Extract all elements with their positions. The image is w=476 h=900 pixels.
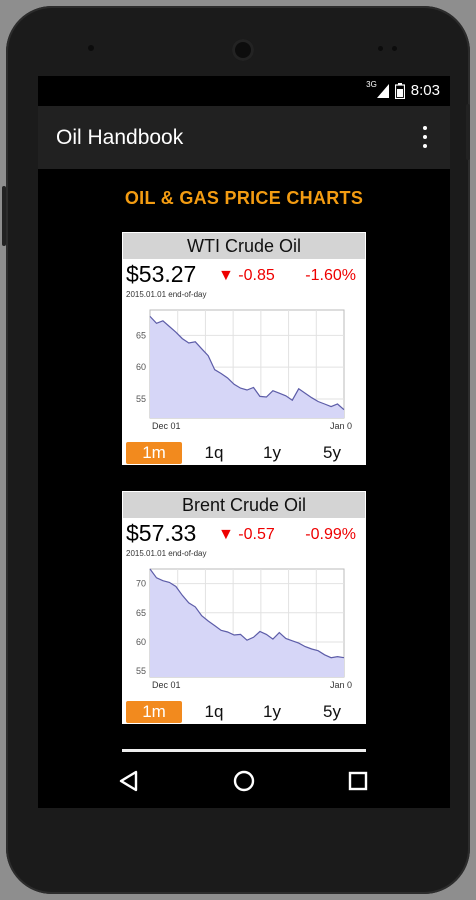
home-icon[interactable] — [227, 764, 261, 798]
sensor-dot — [392, 46, 397, 51]
status-time: 8:03 — [410, 82, 440, 99]
section-title: OIL & GAS PRICE CHARTS — [124, 188, 364, 208]
price-chart[interactable]: 55 60 65 Dec 01 Jan 0 — [122, 306, 366, 444]
y-tick-label: 60 — [136, 637, 146, 647]
app-title: Oil Handbook — [56, 126, 184, 149]
price-card-brent[interactable]: Brent Crude Oil $57.33 ▼ -0.57 -0.99% 20… — [122, 491, 366, 724]
sensor-dot — [88, 45, 94, 51]
y-tick-label: 65 — [136, 608, 146, 618]
range-selector: 1m 1q 1y 5y — [122, 699, 366, 723]
price-value: $57.33 — [126, 520, 197, 546]
x-tick-label: Jan 0 — [330, 680, 352, 690]
as-of-date: 2015.01.01 end-of-day — [126, 549, 207, 558]
volume-button — [466, 104, 470, 160]
price-change: ▼ -0.85 — [218, 267, 275, 284]
y-tick-label: 70 — [136, 579, 146, 589]
range-5y[interactable]: 5y — [302, 442, 362, 464]
front-camera — [232, 39, 254, 61]
price-change: ▼ -0.57 — [218, 526, 275, 543]
price-value: $53.27 — [126, 261, 197, 287]
range-1m[interactable]: 1m — [126, 442, 182, 464]
recents-icon[interactable] — [341, 764, 375, 798]
price-row: $57.33 ▼ -0.57 -0.99% — [122, 518, 366, 550]
price-card-wti[interactable]: WTI Crude Oil $53.27 ▼ -0.85 -1.60% 2015… — [122, 232, 366, 465]
navigation-bar — [38, 756, 450, 808]
list-divider — [122, 749, 366, 752]
range-1y[interactable]: 1y — [242, 701, 302, 723]
price-row: $53.27 ▼ -0.85 -1.60% — [122, 259, 366, 291]
card-title: Brent Crude Oil — [123, 492, 365, 518]
network-type-label: 3G — [366, 80, 377, 89]
power-button — [2, 186, 6, 246]
range-1q[interactable]: 1q — [184, 701, 244, 723]
as-of-date: 2015.01.01 end-of-day — [126, 290, 207, 299]
status-icons: 3G 8:03 — [366, 80, 440, 99]
x-tick-label: Dec 01 — [152, 680, 181, 690]
range-1m[interactable]: 1m — [126, 701, 182, 723]
range-1q[interactable]: 1q — [184, 442, 244, 464]
card-title: WTI Crude Oil — [123, 233, 365, 259]
screen: 3G 8:03 Oil Handbook OIL & GAS PRICE CHA… — [38, 76, 450, 808]
sensor-dot — [378, 46, 383, 51]
y-tick-label: 55 — [136, 394, 146, 404]
range-5y[interactable]: 5y — [302, 701, 362, 723]
y-tick-label: 55 — [136, 666, 146, 676]
range-selector: 1m 1q 1y 5y — [122, 440, 366, 464]
signal-icon — [376, 83, 389, 98]
price-chart[interactable]: 55 60 65 70 Dec 01 Jan 0 — [122, 565, 366, 703]
status-bar: 3G 8:03 — [38, 76, 450, 106]
range-1y[interactable]: 1y — [242, 442, 302, 464]
price-change-percent: -1.60% — [305, 267, 356, 284]
price-change-percent: -0.99% — [305, 526, 356, 543]
y-tick-label: 65 — [136, 330, 146, 340]
x-tick-label: Dec 01 — [152, 421, 181, 431]
y-tick-label: 60 — [136, 362, 146, 372]
phone-frame: 3G 8:03 Oil Handbook OIL & GAS PRICE CHA… — [2, 6, 470, 894]
app-bar: Oil Handbook — [38, 106, 450, 169]
x-tick-label: Jan 0 — [330, 421, 352, 431]
overflow-menu-icon[interactable] — [420, 126, 430, 148]
battery-icon — [394, 82, 405, 99]
back-icon[interactable] — [112, 764, 146, 798]
